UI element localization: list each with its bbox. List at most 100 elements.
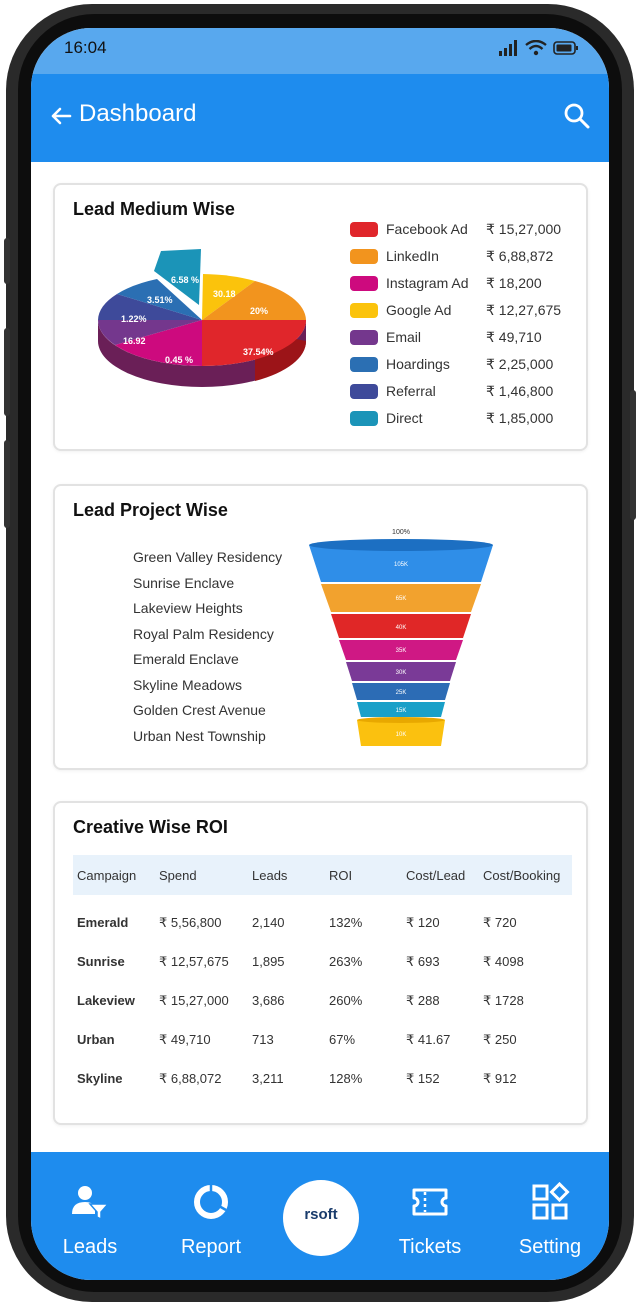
legend-label: Facebook Ad [386, 221, 468, 237]
table-cell: Urban [77, 1032, 115, 1047]
table-cell: 260% [329, 993, 363, 1008]
nav-label-leads: Leads [62, 1236, 118, 1258]
legend-label: LinkedIn [386, 248, 439, 264]
legend-item-hoardings: Hoardings ₹ 2,25,000 [350, 354, 580, 376]
pie-label-referral: 1.22% [121, 314, 147, 324]
column-header: Campaign [73, 855, 155, 895]
nav-item-setting[interactable]: Setting [500, 1182, 600, 1259]
legend-item-referral: Referral ₹ 1,46,800 [350, 381, 580, 403]
wifi-icon [525, 40, 547, 56]
status-bar: 16:04 [31, 28, 609, 74]
legend-value: ₹ 2,25,000 [486, 356, 554, 372]
column-header: Cost/Lead [402, 855, 479, 895]
legend-item-email: Email ₹ 49,710 [350, 327, 580, 349]
legend-label: Hoardings [386, 356, 450, 372]
table-cell: Sunrise [77, 954, 125, 969]
table-cell: 3,211 [252, 1071, 284, 1086]
search-icon[interactable] [563, 102, 591, 130]
nav-item-report[interactable]: Report [161, 1182, 261, 1259]
table-cell: ₹ 5,56,800 [159, 914, 222, 930]
table-cell: 2,140 [252, 915, 285, 930]
table-cell: ₹ 41.67 [406, 1031, 451, 1047]
project-item: Skyline Meadows [133, 677, 242, 693]
pie-label-linkedin: 20% [250, 306, 268, 316]
table-cell: Skyline [77, 1071, 123, 1086]
home-brand-button[interactable]: rsoft [283, 1180, 359, 1256]
app-bar: Dashboard [31, 74, 609, 162]
status-time: 16:04 [64, 38, 107, 57]
table-cell: 1,895 [252, 954, 285, 969]
legend-swatch [350, 303, 378, 318]
table-row: Urban ₹ 49,710 713 67% ₹ 41.67 ₹ 250 [73, 1020, 572, 1059]
phone-volume-up-button [4, 328, 10, 416]
lead-project-funnel-chart: 100% 105K 65K 40K 35K 30K 25K 15K 10K [309, 529, 493, 746]
table-cell: ₹ 12,57,675 [159, 953, 229, 969]
table-cell: ₹ 152 [406, 1070, 440, 1086]
column-header: Spend [155, 855, 248, 895]
funnel-label-25k: 25K [396, 690, 407, 696]
funnel-top-label: 100% [392, 529, 410, 536]
nav-item-leads[interactable]: Leads [40, 1182, 140, 1259]
legend-value: ₹ 12,27,675 [486, 302, 562, 318]
legend-swatch [350, 357, 378, 372]
table-cell: ₹ 120 [406, 914, 440, 930]
table-cell: 3,686 [252, 993, 285, 1008]
table-cell: 263% [329, 954, 363, 969]
table-row: Emerald ₹ 5,56,800 2,140 132% ₹ 120 ₹ 72… [73, 903, 572, 942]
back-arrow-icon[interactable] [49, 104, 73, 128]
legend-item-linkedin: LinkedIn ₹ 6,88,872 [350, 246, 580, 268]
battery-icon [553, 41, 578, 55]
column-header: Cost/Booking [479, 855, 572, 895]
legend-label: Direct [386, 410, 423, 426]
table-cell: ₹ 6,88,072 [159, 1070, 222, 1086]
donut-chart-icon [194, 1184, 228, 1219]
column-header: ROI [325, 855, 402, 895]
legend-item-facebook-ad: Facebook Ad ₹ 15,27,000 [350, 219, 580, 241]
pie-label-google: 30.18 [213, 289, 236, 299]
lead-medium-card: Lead Medium Wise 37.54% 20% 0.45 % 30.18… [53, 183, 588, 451]
ticket-icon [412, 1188, 448, 1216]
nav-item-tickets[interactable]: Tickets [380, 1182, 480, 1259]
phone-volume-down-button [4, 440, 10, 528]
pie-label-email: 16.92 [123, 336, 146, 346]
table-cell: ₹ 49,710 [159, 1031, 211, 1047]
phone-power-button [630, 390, 636, 520]
table-cell: 713 [252, 1032, 274, 1047]
nav-label-setting: Setting [518, 1236, 582, 1258]
project-item: Green Valley Residency [133, 549, 283, 565]
table-row: Sunrise ₹ 12,57,675 1,895 263% ₹ 693 ₹ 4… [73, 942, 572, 981]
bottom-navigation: Leads Report rsoft Tickets Setting [31, 1152, 609, 1280]
funnel-label-105k: 105K [394, 562, 408, 568]
table-cell: ₹ 1728 [483, 992, 524, 1008]
legend-item-instagram-ad: Instagram Ad ₹ 18,200 [350, 273, 580, 295]
legend-value: ₹ 49,710 [486, 329, 542, 345]
table-cell: ₹ 288 [406, 992, 440, 1008]
legend-swatch [350, 384, 378, 399]
page-title: Dashboard [79, 100, 197, 127]
table-row: Lakeview ₹ 15,27,000 3,686 260% ₹ 288 ₹ … [73, 981, 572, 1020]
legend-value: ₹ 1,46,800 [486, 383, 554, 399]
funnel-label-30k: 30K [396, 670, 407, 676]
project-item: Royal Palm Residency [133, 626, 274, 642]
pie-label-instagram: 0.45 % [165, 355, 193, 365]
phone-action-button [4, 238, 10, 284]
legend-swatch [350, 330, 378, 345]
roi-table: Campaign Spend Leads ROI Cost/Lead Cost/… [73, 855, 572, 1098]
legend-label: Email [386, 329, 422, 345]
legend-value: ₹ 18,200 [486, 275, 542, 291]
legend-value: ₹ 1,85,000 [486, 410, 554, 426]
status-icons [499, 40, 579, 56]
cellular-signal-icon [499, 40, 517, 56]
table-cell: ₹ 693 [406, 953, 440, 969]
pie-label-hoardings: 3.51% [147, 295, 173, 305]
pie-label-direct: 6.58 % [171, 275, 199, 285]
legend-value: ₹ 15,27,000 [486, 221, 562, 237]
legend-swatch [350, 411, 378, 426]
funnel-label-40k: 40K [396, 625, 407, 631]
lead-medium-pie-chart: 37.54% 20% 0.45 % 30.18 16.92 3.51% 1.22… [98, 249, 307, 387]
pie-label-facebook: 37.54% [243, 347, 274, 357]
legend-item-google-ad: Google Ad ₹ 12,27,675 [350, 300, 580, 322]
legend-swatch [350, 276, 378, 291]
project-item: Emerald Enclave [133, 651, 239, 667]
funnel-label-35k: 35K [396, 648, 407, 654]
